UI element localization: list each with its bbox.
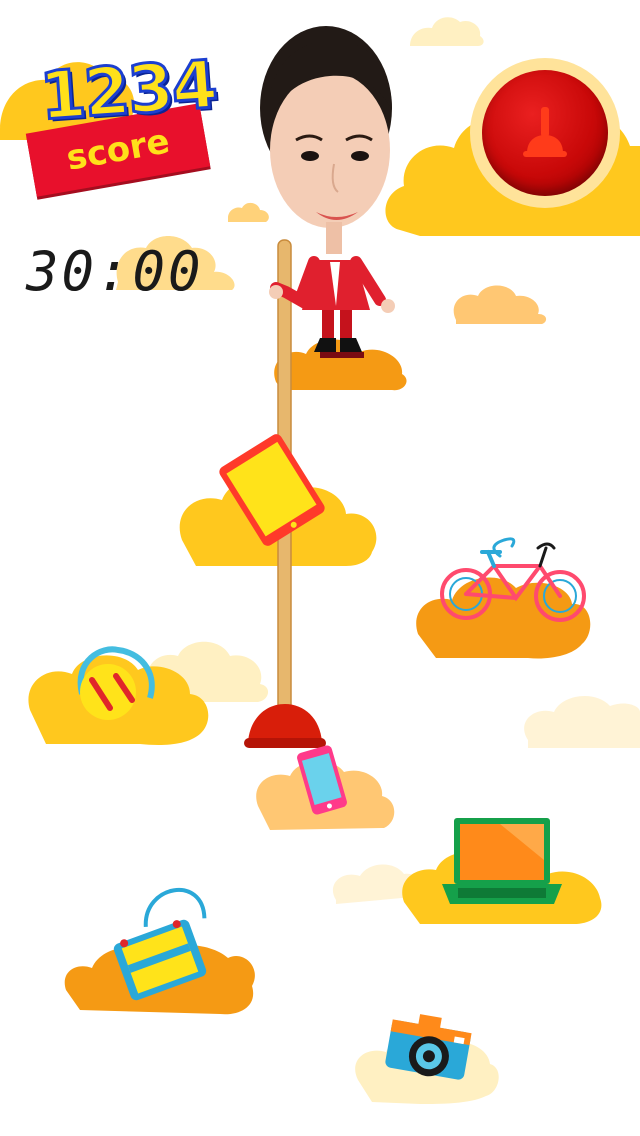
game-stage: { "hud": { "score_value": "1234", "score… (0, 0, 640, 1136)
score-value: 1234 (36, 44, 220, 136)
laptop-icon[interactable] (442, 818, 562, 904)
plunger-icon (523, 107, 567, 157)
plunger-button-face[interactable] (482, 70, 608, 196)
timer: 30:00 (26, 240, 204, 303)
plunger-button[interactable] (470, 58, 620, 208)
